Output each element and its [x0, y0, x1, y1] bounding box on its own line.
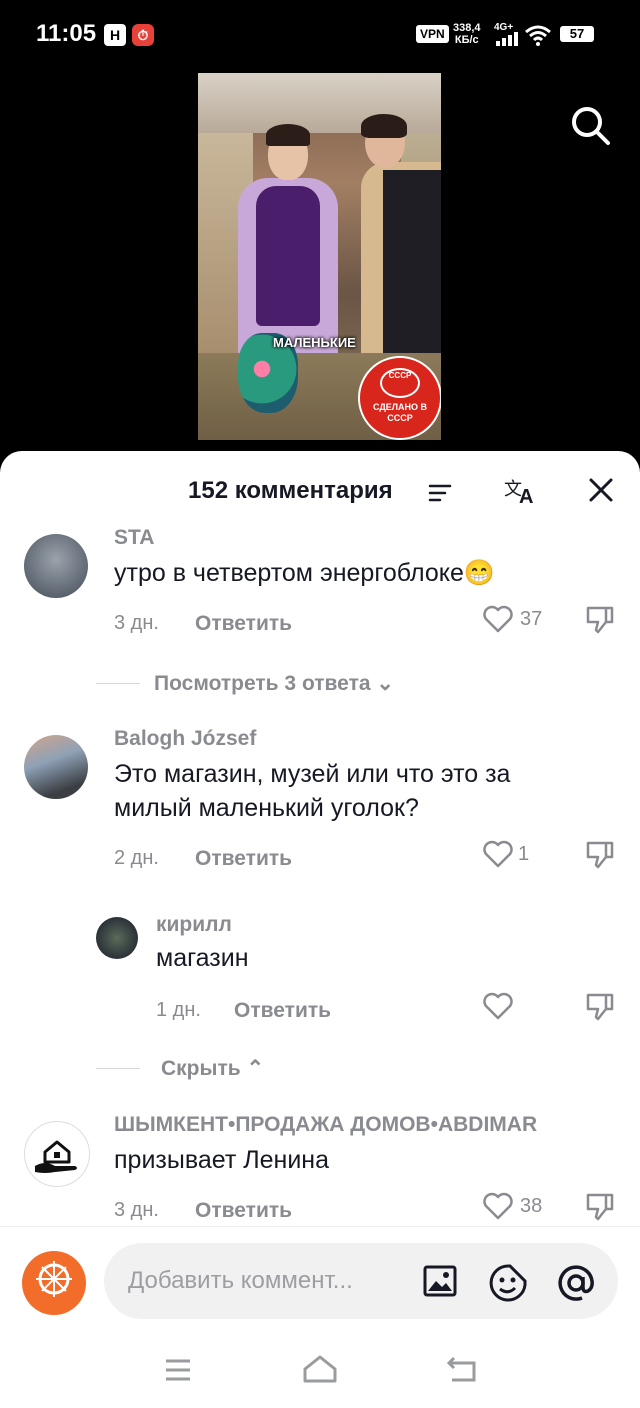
wifi-icon	[525, 25, 551, 46]
like-count: 1	[518, 843, 530, 865]
dislike-icon[interactable]	[584, 839, 616, 871]
video-person	[353, 114, 441, 392]
comment-time: 3 дн.	[114, 1199, 159, 1221]
comment-username[interactable]: Balogh József	[114, 727, 256, 751]
like-count: 38	[520, 1195, 543, 1217]
hide-replies-button[interactable]: Скрыть ⌃	[161, 1056, 264, 1081]
house-hand-icon	[35, 1140, 77, 1173]
comment-time: 3 дн.	[114, 612, 159, 634]
view-replies-button[interactable]: Посмотреть 3 ответа ⌄	[154, 671, 394, 696]
system-nav-bar	[0, 1336, 640, 1408]
speed-value: 338,4	[453, 22, 481, 34]
avatar[interactable]	[24, 1121, 90, 1187]
mention-icon[interactable]	[556, 1263, 596, 1303]
hide-replies-label: Скрыть	[161, 1057, 241, 1080]
reply-button[interactable]: Ответить	[195, 1199, 292, 1223]
comments-header: 152 комментария 文 A	[0, 471, 640, 511]
video-caption: МАЛЕНЬКИЕ	[273, 335, 356, 350]
home-icon[interactable]	[302, 1354, 338, 1384]
speed-unit: КБ/с	[454, 34, 479, 46]
avatar[interactable]	[24, 735, 88, 799]
heart-icon[interactable]	[482, 604, 514, 634]
seal-text: СДЕЛАНО В СССР	[372, 402, 428, 423]
heart-icon[interactable]	[482, 991, 514, 1021]
heart-icon[interactable]	[482, 1191, 514, 1221]
comment-text: утро в четвертом энергоблоке😁	[114, 559, 496, 587]
chevron-up-icon: ⌃	[246, 1057, 265, 1080]
chevron-down-icon: ⌄	[376, 672, 394, 695]
network-speed: 338,4 КБ/с	[453, 22, 481, 46]
notification-icon: H	[104, 24, 126, 46]
signal-icon	[496, 32, 518, 46]
like-count: 37	[520, 608, 543, 630]
menu-icon[interactable]	[164, 1358, 192, 1382]
dislike-icon[interactable]	[584, 604, 616, 636]
vpn-badge: VPN	[416, 25, 449, 43]
video-thumbnail[interactable]: МАЛЕНЬКИЕ СССР СДЕЛАНО В СССР	[198, 73, 441, 440]
close-icon[interactable]	[586, 475, 616, 505]
comments-count: 152 комментария	[188, 477, 393, 504]
view-replies-label: Посмотреть 3 ответа	[154, 672, 371, 695]
comment-placeholder: Добавить коммент...	[128, 1267, 353, 1294]
dislike-icon[interactable]	[584, 1191, 616, 1223]
comment-text: Это магазин, музей или что это за милый …	[114, 760, 511, 822]
reply-button[interactable]: Ответить	[195, 612, 292, 636]
divider	[96, 683, 140, 684]
reply-button[interactable]: Ответить	[234, 999, 331, 1023]
search-icon[interactable]	[568, 103, 612, 147]
dislike-icon[interactable]	[584, 991, 616, 1023]
heart-icon[interactable]	[482, 839, 514, 869]
comment-composer: Добавить коммент...	[0, 1226, 640, 1337]
comment-text: призывает Ленина	[114, 1146, 330, 1174]
comment-username[interactable]: STA	[114, 526, 154, 550]
filter-icon[interactable]	[428, 483, 452, 503]
comment-time: 2 дн.	[114, 847, 159, 869]
seal-top-text: СССР	[380, 368, 420, 398]
back-icon[interactable]	[446, 1354, 478, 1384]
comment-time: 1 дн.	[156, 999, 201, 1021]
status-time: 11:05	[36, 20, 97, 47]
battery-icon: 57	[560, 26, 594, 42]
wheel-logo-icon	[36, 1261, 72, 1297]
status-bar: 11:05 H ⏱ VPN 338,4 КБ/с 4G+ 57	[0, 0, 640, 70]
comment-text: магазин	[156, 944, 249, 972]
comment-input[interactable]: Добавить коммент...	[104, 1243, 618, 1319]
my-avatar[interactable]	[22, 1251, 86, 1315]
avatar[interactable]	[96, 917, 138, 959]
avatar[interactable]	[24, 534, 88, 598]
ussr-seal-logo: СССР СДЕЛАНО В СССР	[358, 356, 441, 440]
comment-username[interactable]: кирилл	[156, 913, 232, 937]
comment-username[interactable]: ШЫМКЕНТ•ПРОДАЖА ДОМОВ•ABDIMAR	[114, 1113, 537, 1137]
reply-button[interactable]: Ответить	[195, 847, 292, 871]
translate-icon[interactable]: 文 A	[504, 475, 538, 507]
svg-text:A: A	[519, 486, 533, 507]
emoji-icon[interactable]	[488, 1263, 528, 1303]
divider	[96, 1068, 140, 1069]
video-person	[238, 124, 348, 358]
alarm-icon: ⏱	[132, 24, 154, 46]
image-icon[interactable]	[422, 1263, 458, 1299]
